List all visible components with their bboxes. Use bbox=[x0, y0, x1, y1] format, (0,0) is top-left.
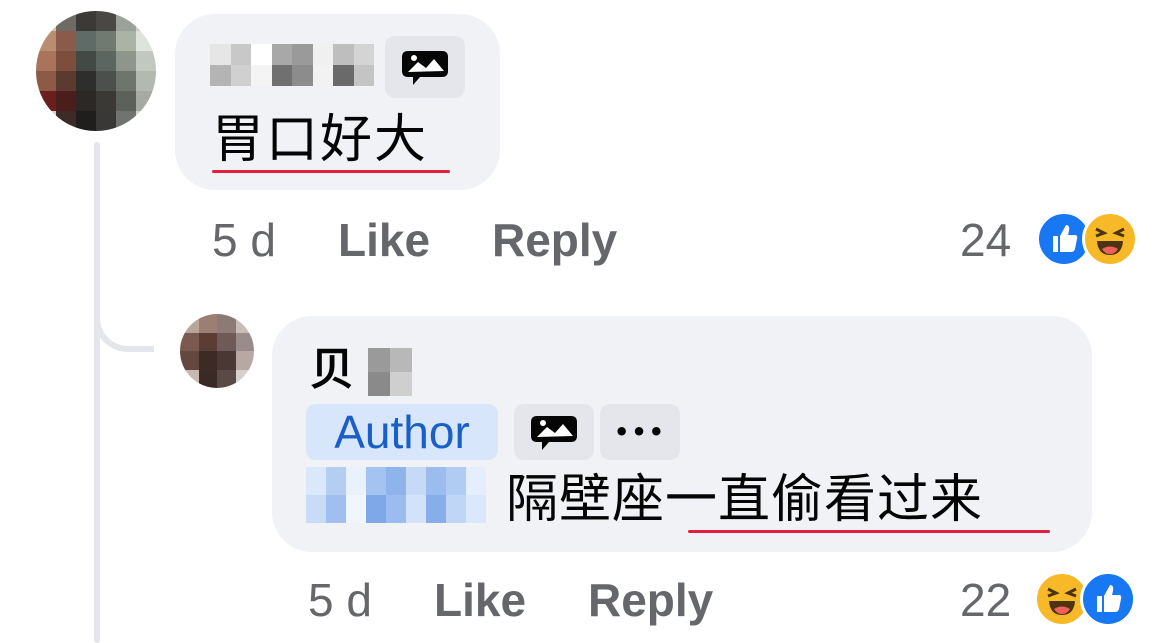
comment-time[interactable]: 5 d bbox=[212, 212, 276, 268]
reply-time[interactable]: 5 d bbox=[308, 572, 372, 628]
avatar-commenter[interactable] bbox=[36, 11, 156, 131]
avatar-author[interactable] bbox=[180, 314, 254, 388]
hd-comment-icon bbox=[531, 416, 577, 450]
more-options-button[interactable]: ••• bbox=[600, 404, 680, 460]
author-badge: Author bbox=[306, 404, 498, 460]
comment-text: 胃口好大 bbox=[212, 110, 429, 170]
spellcheck-underline bbox=[688, 530, 1050, 533]
haha-icon bbox=[1082, 211, 1138, 267]
more-icon: ••• bbox=[613, 418, 667, 446]
hd-comment-button[interactable] bbox=[385, 36, 465, 98]
spellcheck-underline bbox=[212, 170, 450, 173]
thread-connector bbox=[94, 300, 154, 352]
hd-comment-button[interactable] bbox=[514, 404, 594, 460]
like-icon bbox=[1080, 571, 1136, 627]
author-name[interactable]: 贝 bbox=[310, 342, 354, 398]
comment-reply-button[interactable]: Reply bbox=[492, 212, 617, 268]
reply-reply-button[interactable]: Reply bbox=[588, 572, 713, 628]
reply-text: 隔壁座一直偷看过来 bbox=[506, 470, 984, 530]
reply-like-button[interactable]: Like bbox=[434, 572, 526, 628]
thread-line bbox=[94, 142, 100, 643]
reply-reaction-count[interactable]: 22 bbox=[960, 572, 1011, 628]
comment-like-button[interactable]: Like bbox=[338, 212, 430, 268]
commenter-name-blurred[interactable] bbox=[210, 44, 374, 86]
hd-comment-icon bbox=[402, 51, 448, 85]
mention-tag-blurred[interactable] bbox=[306, 467, 486, 523]
comment-reaction-count[interactable]: 24 bbox=[960, 212, 1011, 268]
author-name-blurred[interactable] bbox=[368, 348, 412, 396]
